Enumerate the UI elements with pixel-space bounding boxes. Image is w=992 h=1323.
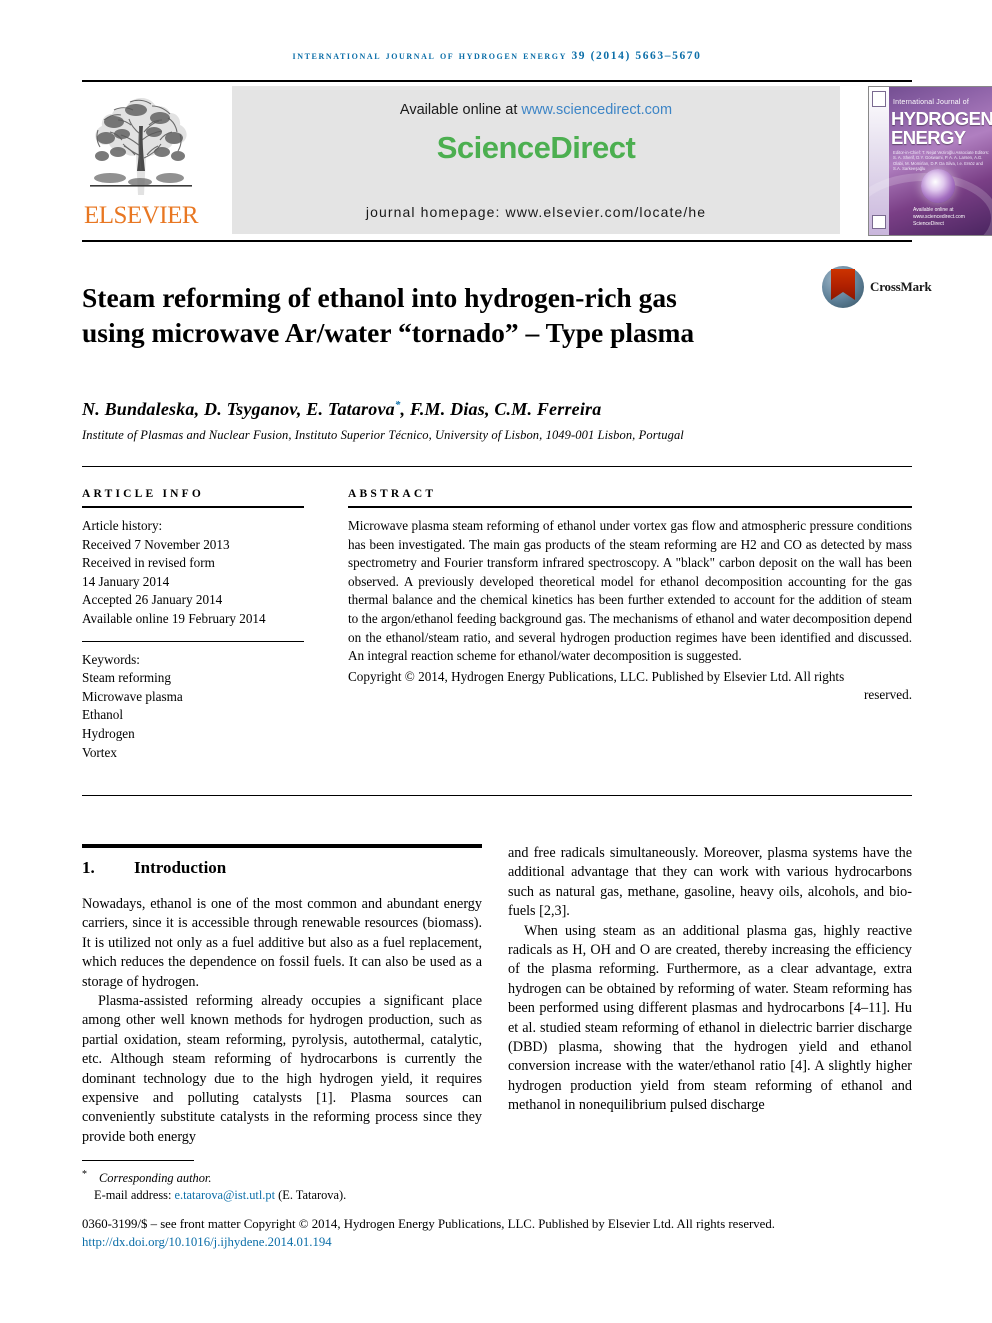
email-label: E-mail address:: [94, 1188, 175, 1203]
available-online-label: Available online at: [399, 102, 522, 118]
abstract-text: Microwave plasma steam reforming of etha…: [348, 518, 912, 664]
elsevier-tree-icon: [90, 98, 192, 195]
keyword-item: Steam reforming: [82, 670, 171, 686]
header-rule-bottom: [82, 240, 912, 242]
article-info-heading: ARTICLE INFO: [82, 488, 205, 500]
abstract-bottom-rule: [82, 795, 912, 796]
article-info-rule: [82, 506, 304, 508]
history-item: Received 7 November 2013: [82, 536, 230, 552]
abstract-heading: ABSTRACT: [348, 488, 437, 500]
footnote-block: * Corresponding author. E-mail address: e…: [82, 1166, 492, 1204]
section-title: Introduction: [134, 858, 227, 877]
elsevier-wordmark: ELSEVIER: [83, 202, 199, 229]
article-history-block: Article history: Received 7 November 201…: [82, 517, 304, 629]
journal-cover-thumbnail: International Journal of HYDROGEN ENERGY…: [868, 86, 992, 236]
article-history-label: Article history:: [82, 518, 163, 533]
history-item: Available online 19 February 2014: [82, 610, 266, 626]
crossmark-label: CrossMark: [870, 279, 932, 294]
email-owner: (E. Tatarova).: [275, 1188, 347, 1203]
available-online-line: Available online at www.sciencedirect.co…: [232, 102, 840, 118]
keyword-item: Vortex: [82, 744, 117, 760]
keywords-block: Keywords: Steam reforming Microwave plas…: [82, 651, 304, 763]
email-line: E-mail address: e.tatarova@ist.utl.pt (E…: [94, 1187, 492, 1204]
cover-title-line1: International Journal of: [893, 99, 970, 106]
doi-link[interactable]: http://dx.doi.org/10.1016/j.ijhydene.201…: [82, 1233, 912, 1251]
front-matter-copyright: 0360-3199/$ – see front matter Copyright…: [82, 1217, 775, 1231]
running-head: International Journal of Hydrogen Energy…: [292, 50, 702, 62]
bottom-matter: 0360-3199/$ – see front matter Copyright…: [82, 1215, 912, 1251]
article-info-separator: [82, 640, 304, 642]
page-title: Steam reforming of ethanol into hydrogen…: [82, 282, 695, 349]
history-item: 14 January 2014: [82, 573, 170, 589]
header-rule-top: [82, 80, 912, 82]
history-item: Accepted 26 January 2014: [82, 592, 223, 608]
paragraph: Nowadays, ethanol is one of the most com…: [82, 896, 482, 990]
body-column-right: and free radicals simultaneously. Moreov…: [508, 844, 912, 1116]
cover-sciencedirect-badge: Available online at www.sciencedirect.co…: [913, 207, 965, 227]
email-link[interactable]: e.tatarova@ist.utl.pt: [175, 1188, 276, 1202]
corresponding-author-note: Corresponding author.: [99, 1171, 212, 1186]
elsevier-logo: ELSEVIER: [82, 84, 200, 236]
affiliation: Institute of Plasmas and Nuclear Fusion,…: [82, 428, 684, 442]
sciencedirect-url-link[interactable]: www.sciencedirect.com: [521, 102, 672, 118]
masthead: ELSEVIER Available online at www.science…: [82, 84, 992, 236]
author-names: N. Bundaleska, D. Tsyganov, E. Tatarova: [82, 399, 395, 419]
cover-title-main: HYDROGEN ENERGY: [891, 109, 992, 147]
section-heading-rule: [82, 844, 482, 848]
cover-title-line3: ENERGY: [891, 127, 966, 148]
footnote-star: *: [82, 1169, 87, 1180]
abstract-copyright: Copyright © 2014, Hydrogen Energy Public…: [348, 668, 912, 705]
abstract-column: ABSTRACT Microwave plasma steam reformin…: [348, 488, 912, 705]
paper-page: International Journal of Hydrogen Energy…: [0, 0, 992, 1323]
sciencedirect-logo[interactable]: ScienceDirect: [232, 130, 840, 166]
footnote-rule: [82, 1160, 194, 1161]
cover-title-line2: HYDROGEN: [891, 108, 992, 129]
author-list: N. Bundaleska, D. Tsyganov, E. Tatarova*…: [82, 399, 912, 420]
abstract-rule: [348, 506, 912, 508]
paragraph: Plasma-assisted reforming already occupi…: [82, 993, 482, 1145]
crossmark-bookmark-icon: [831, 269, 855, 300]
cover-publisher-mark-top-icon: [872, 91, 886, 107]
copyright-text: Copyright © 2014, Hydrogen Energy Public…: [348, 668, 845, 684]
cover-orb-graphic: [921, 169, 955, 203]
body-column-left: 1. Introduction Nowadays, ethanol is one …: [82, 844, 482, 1147]
journal-homepage-link[interactable]: journal homepage: www.elsevier.com/locat…: [232, 204, 840, 220]
keyword-item: Hydrogen: [82, 725, 135, 741]
author-names-tail: , F.M. Dias, C.M. Ferreira: [400, 399, 602, 419]
authors-rule: [82, 466, 912, 467]
keywords-label: Keywords:: [82, 651, 140, 667]
copyright-tail: reserved.: [864, 687, 912, 703]
crossmark-badge[interactable]: CrossMark: [822, 266, 932, 312]
paragraph: When using steam as an additional plasma…: [508, 922, 912, 1114]
article-info-column: ARTICLE INFO Article history: Received 7…: [82, 488, 304, 762]
cover-editors-text: Editor-in-Chief: T. Nejat Veziroğlu Asso…: [893, 150, 990, 172]
section-heading-introduction: 1. Introduction: [82, 858, 482, 878]
keyword-item: Ethanol: [82, 707, 124, 723]
section-number: 1.: [82, 858, 95, 877]
keyword-item: Microwave plasma: [82, 688, 183, 704]
crossmark-circle-icon: [822, 266, 864, 308]
paragraph: and free radicals simultaneously. Moreov…: [508, 845, 912, 920]
sciencedirect-panel: Available online at www.sciencedirect.co…: [232, 86, 840, 234]
history-item: Received in revised form: [82, 555, 215, 571]
